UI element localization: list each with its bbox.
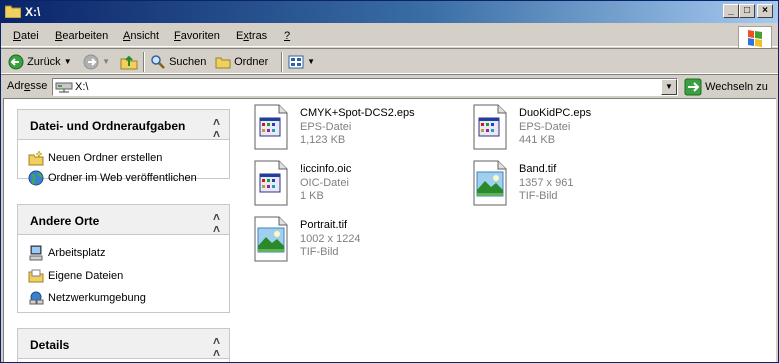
file-folder-tasks-pane: Datei- und Ordneraufgaben ˄ ˄ Neuen Ordne… <box>17 109 230 186</box>
network-places-link[interactable]: Netzwerkumgebung <box>28 289 146 307</box>
collapse-chevron-icon[interactable]: ˄ ˄ <box>213 116 220 140</box>
publish-web-task[interactable]: Ordner im Web veröffentlichen <box>28 169 197 187</box>
toolbar: Zurück ▼ ▼ Suchen Ordner ▼ <box>1 48 778 74</box>
new-folder-icon <box>28 150 44 166</box>
menu-bar: Datei Bearbeiten Ansicht Favoriten Extra… <box>1 25 778 50</box>
file-name: Portrait.tif <box>300 219 348 231</box>
file-name: CMYK+Spot-DCS2.eps <box>300 107 415 119</box>
my-computer-link[interactable]: Arbeitsplatz <box>28 244 105 262</box>
collapse-chevron-icon[interactable]: ˄ ˄ <box>213 335 220 359</box>
menu-extras[interactable]: Extras <box>236 30 267 42</box>
pane-header[interactable]: Datei- und Ordneraufgaben ˄ ˄ <box>18 110 229 140</box>
window-title: X:\ <box>25 5 41 19</box>
pane-title: Datei- und Ordneraufgaben <box>30 119 186 133</box>
windows-logo <box>738 26 772 50</box>
generic-doc-icon <box>254 160 288 206</box>
pane-header[interactable]: Andere Orte ˄ ˄ <box>18 205 229 235</box>
file-type: TIF-Bild <box>519 190 558 202</box>
network-icon <box>29 291 44 305</box>
file-item[interactable]: Portrait.tif 1002 x 1224 TIF-Bild <box>253 216 453 264</box>
go-arrow-icon <box>684 78 702 96</box>
image-dimensions: 1002 x 1224 <box>300 233 361 245</box>
explorer-window: X:\ _ □ × Datei Bearbeiten Ansicht Favor… <box>0 0 779 363</box>
pane-title: Details <box>30 338 70 352</box>
forward-arrow-icon <box>83 54 99 70</box>
up-folder-icon <box>120 55 138 70</box>
address-dropdown-button[interactable]: ▼ <box>661 79 677 95</box>
views-icon <box>288 55 304 69</box>
my-documents-icon <box>28 269 44 283</box>
other-places-pane: Andere Orte ˄ ˄ Arbeitsplatz Eigene Datei… <box>17 204 230 313</box>
address-bar: Adresse X:\ ▼ Wechseln zu <box>1 74 778 98</box>
menu-favoriten[interactable]: Favoriten <box>174 30 220 42</box>
pane-title: Andere Orte <box>30 214 100 228</box>
search-icon <box>151 55 165 69</box>
minimize-button[interactable]: _ <box>723 4 739 18</box>
views-dropdown-icon[interactable]: ▼ <box>307 57 315 66</box>
details-pane: Details ˄ ˄ <box>17 328 230 362</box>
file-size: 1 KB <box>300 190 324 202</box>
file-size: 1,123 KB <box>300 134 346 146</box>
folder-icon <box>215 57 231 69</box>
file-type: EPS-Datei <box>300 121 352 133</box>
menu-datei[interactable]: Datei <box>13 30 39 42</box>
go-button[interactable]: Wechseln zu <box>684 77 768 97</box>
close-button[interactable]: × <box>757 4 773 18</box>
file-name: DuoKidPC.eps <box>519 107 592 119</box>
folder-icon <box>4 4 22 21</box>
generic-doc-icon <box>473 104 507 150</box>
file-type: TIF-Bild <box>300 246 339 258</box>
file-item[interactable]: CMYK+Spot-DCS2.eps EPS-Datei 1,123 KB <box>253 104 453 152</box>
globe-icon <box>28 170 44 186</box>
address-input[interactable]: X:\ ▼ <box>52 78 678 96</box>
pane-header[interactable]: Details ˄ ˄ <box>18 329 229 359</box>
file-item[interactable]: !iccinfo.oic OIC-Datei 1 KB <box>253 160 453 208</box>
content-area: Datei- und Ordneraufgaben ˄ ˄ Neuen Ordne… <box>3 98 776 362</box>
file-item[interactable]: Band.tif 1357 x 961 TIF-Bild <box>472 160 672 208</box>
forward-button[interactable]: ▼ <box>83 53 110 71</box>
menu-ansicht[interactable]: Ansicht <box>123 30 159 42</box>
folders-button[interactable]: Ordner <box>215 53 268 71</box>
file-name: Band.tif <box>519 163 557 175</box>
menu-help[interactable]: ? <box>284 30 290 42</box>
file-name: !iccinfo.oic <box>300 163 352 175</box>
new-folder-task[interactable]: Neuen Ordner erstellen <box>28 149 162 167</box>
toolbar-separator <box>143 52 145 72</box>
computer-icon <box>29 245 43 261</box>
file-type: OIC-Datei <box>300 177 349 189</box>
up-folder-button[interactable] <box>120 53 138 71</box>
search-button[interactable]: Suchen <box>150 53 206 71</box>
image-file-icon <box>254 216 288 262</box>
generic-doc-icon <box>254 104 288 150</box>
back-button[interactable]: Zurück ▼ <box>8 53 72 71</box>
file-type: EPS-Datei <box>519 121 571 133</box>
file-item[interactable]: DuoKidPC.eps EPS-Datei 441 KB <box>472 104 672 152</box>
address-label: Adresse <box>7 80 48 92</box>
views-button[interactable]: ▼ <box>288 53 315 71</box>
menu-bearbeiten[interactable]: Bearbeiten <box>55 30 108 42</box>
network-drive-icon <box>55 82 73 93</box>
collapse-chevron-icon[interactable]: ˄ ˄ <box>213 211 220 235</box>
image-file-icon <box>473 160 507 206</box>
forward-dropdown-icon[interactable]: ▼ <box>102 57 110 66</box>
toolbar-separator <box>281 52 283 72</box>
my-documents-link[interactable]: Eigene Dateien <box>28 267 123 285</box>
file-size: 441 KB <box>519 134 556 146</box>
maximize-button[interactable]: □ <box>739 4 755 18</box>
back-dropdown-icon[interactable]: ▼ <box>64 57 72 66</box>
title-bar: X:\ _ □ × <box>1 1 778 23</box>
image-dimensions: 1357 x 961 <box>519 177 574 189</box>
back-arrow-icon <box>8 54 24 70</box>
